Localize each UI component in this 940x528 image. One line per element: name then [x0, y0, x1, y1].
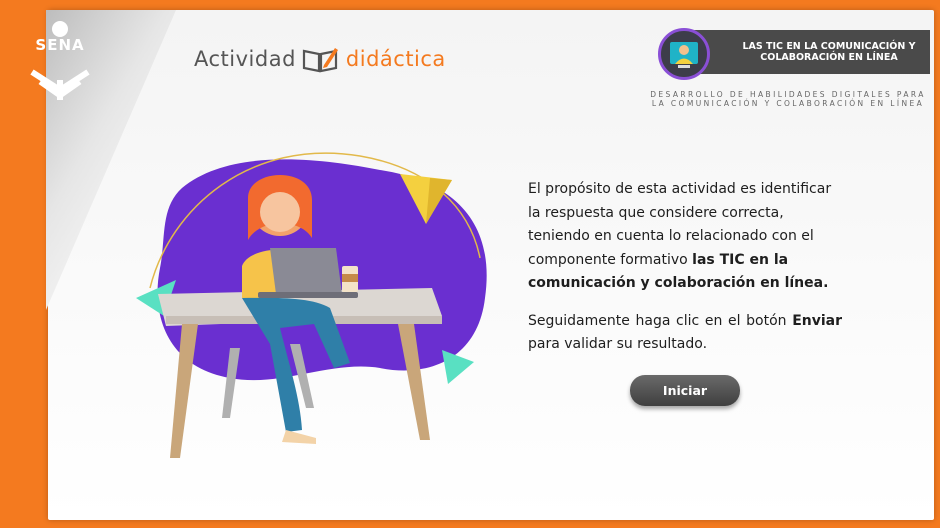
instructions-paragraph-2: Seguidamente haga clic en el botón Envia…: [528, 310, 842, 357]
instructions-paragraph-1: El propósito de esta actividad es identi…: [528, 178, 842, 296]
course-banner: LAS TIC EN LA COMUNICACIÓN Y COLABORACIÓ…: [676, 30, 930, 74]
instructor-avatar-icon: [658, 28, 710, 80]
title-part-didactica: didáctica: [345, 47, 446, 71]
student-laptop-illustration: [136, 152, 487, 458]
book-pencil-icon: [302, 48, 338, 73]
para2-end-text: para validar su resultado.: [528, 336, 708, 352]
banner-subtitle: DESARROLLO DE HABILIDADES DIGITALES PARA…: [650, 90, 926, 108]
activity-title: Actividad didáctica: [194, 42, 446, 76]
sena-logo-text: SENA: [35, 36, 85, 54]
title-part-actividad: Actividad: [194, 47, 296, 71]
para2-text: Seguidamente haga clic en el botón: [528, 312, 793, 329]
start-button[interactable]: Iniciar: [630, 375, 740, 406]
instructions-text: El propósito de esta actividad es identi…: [528, 178, 842, 371]
sena-logo-icon: [30, 21, 90, 100]
para2-bold-text: Enviar: [792, 312, 842, 329]
banner-title: LAS TIC EN LA COMUNICACIÓN Y COLABORACIÓ…: [742, 41, 916, 63]
